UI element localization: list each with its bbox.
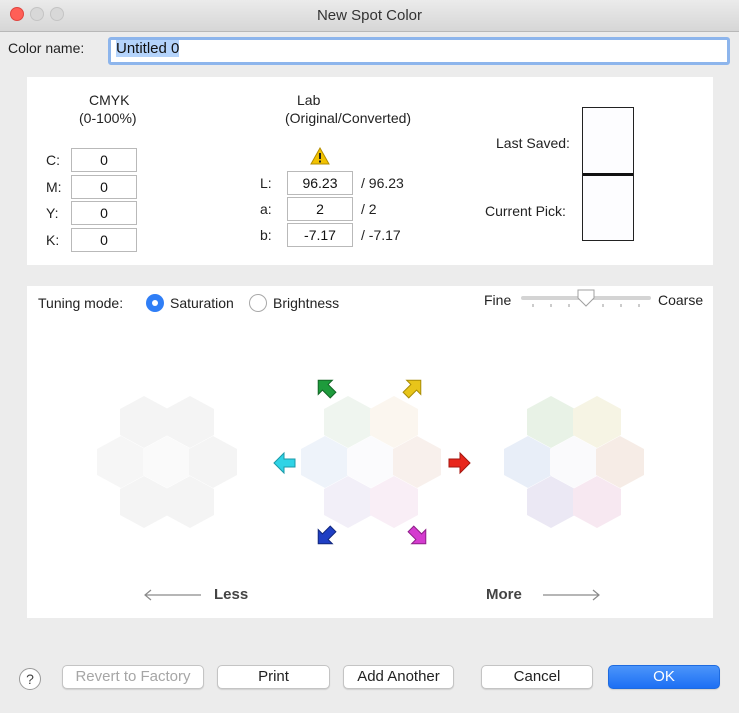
lab-l-label: L: — [260, 175, 272, 191]
less-label: Less — [214, 586, 249, 603]
magenta-arrow-icon[interactable] — [406, 524, 430, 551]
brightness-label: Brightness — [273, 295, 340, 311]
swatch-divider — [583, 173, 633, 176]
color-name-value: Untitled 0 — [116, 40, 180, 57]
lab-b-label: b: — [260, 227, 272, 243]
saturation-radio[interactable]: Saturation — [146, 294, 234, 312]
more-label: More — [486, 586, 522, 603]
left-arrow-icon — [143, 588, 203, 604]
brightness-radio[interactable]: Brightness — [249, 294, 339, 312]
tuning-mode-label: Tuning mode: — [38, 295, 124, 311]
color-swatch — [582, 107, 634, 241]
cmyk-c-label: C: — [46, 152, 60, 168]
lab-a-label: a: — [260, 201, 272, 217]
cmyk-heading: CMYK — [89, 92, 130, 108]
cmyk-k-field[interactable]: 0 — [71, 228, 137, 252]
blue-arrow-icon[interactable] — [314, 524, 338, 551]
lab-a-converted: / 2 — [361, 201, 377, 217]
warning-icon — [310, 146, 330, 168]
cmyk-y-label: Y: — [46, 205, 59, 221]
cmyk-m-label: M: — [46, 179, 62, 195]
red-arrow-icon[interactable] — [447, 451, 471, 478]
last-saved-label: Last Saved: — [496, 135, 570, 151]
lab-b-field[interactable]: -7.17 — [287, 223, 353, 247]
green-arrow-icon[interactable] — [314, 376, 338, 403]
cmyk-k-label: K: — [46, 232, 60, 248]
add-another-button[interactable]: Add Another — [343, 665, 454, 689]
yellow-arrow-icon[interactable] — [401, 376, 425, 403]
coarse-label: Coarse — [658, 292, 704, 308]
fine-label: Fine — [484, 292, 512, 308]
lab-heading: Lab — [297, 92, 321, 108]
cyan-arrow-icon[interactable] — [273, 451, 297, 478]
window-title: New Spot Color — [316, 7, 423, 24]
cmyk-m-field[interactable]: 0 — [71, 175, 137, 199]
help-button[interactable]: ? — [19, 668, 41, 690]
revert-to-factory-button[interactable]: Revert to Factory — [62, 665, 204, 689]
title-bar: New Spot Color — [0, 0, 739, 32]
color-name-input[interactable]: Untitled 0 — [108, 37, 730, 65]
ok-button[interactable]: OK — [608, 665, 720, 689]
lab-a-field[interactable]: 2 — [287, 197, 353, 221]
lab-l-field[interactable]: 96.23 — [287, 171, 353, 195]
saturation-radio-dot — [146, 294, 164, 312]
saturation-label: Saturation — [170, 295, 234, 311]
right-arrow-icon — [541, 588, 601, 604]
tuning-panel: Tuning mode: Saturation Brightness Fine … — [27, 286, 713, 618]
color-values-panel: CMYK (0-100%) C: 0 M: 0 Y: 0 K: 0 Lab (O… — [27, 77, 713, 265]
cmyk-y-field[interactable]: 0 — [71, 201, 137, 225]
brightness-radio-dot — [249, 294, 267, 312]
print-button[interactable]: Print — [217, 665, 330, 689]
lab-b-converted: / -7.17 — [361, 227, 401, 243]
lab-subheading: (Original/Converted) — [285, 110, 412, 126]
fine-coarse-slider[interactable] — [521, 288, 651, 312]
lab-l-converted: / 96.23 — [361, 175, 404, 191]
cancel-button[interactable]: Cancel — [481, 665, 593, 689]
color-name-label: Color name: — [8, 40, 85, 56]
cmyk-subheading: (0-100%) — [79, 110, 137, 126]
current-pick-label: Current Pick: — [485, 203, 566, 219]
cmyk-c-field[interactable]: 0 — [71, 148, 137, 172]
